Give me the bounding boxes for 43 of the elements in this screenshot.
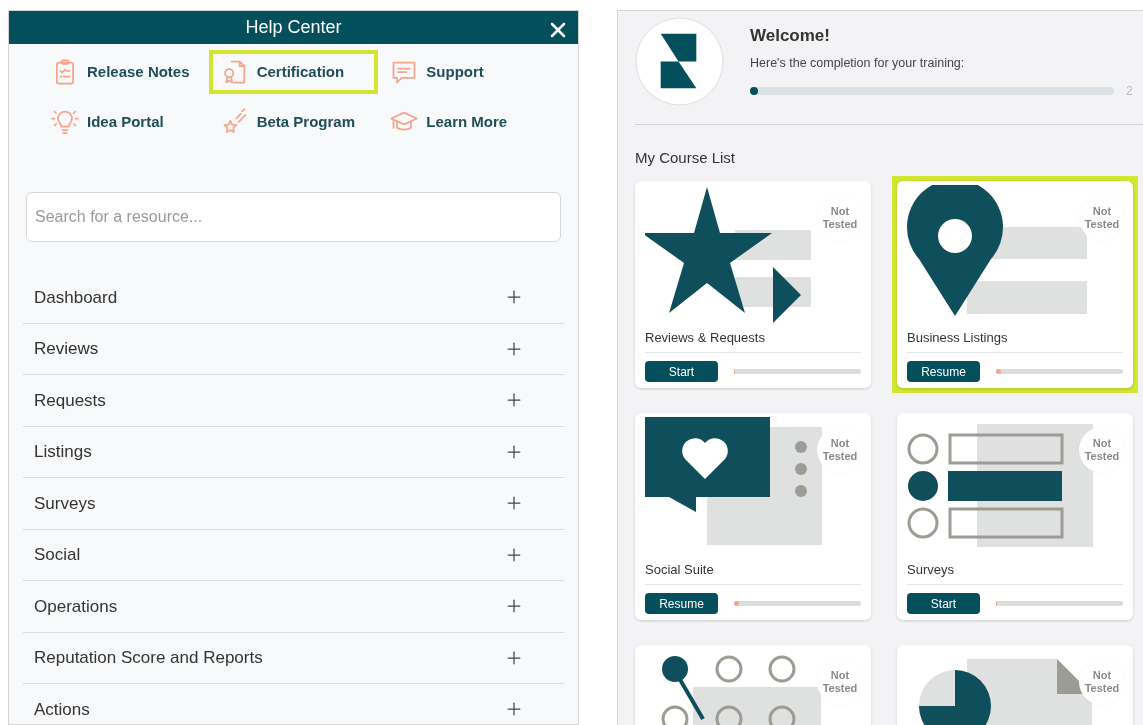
course-action-button[interactable]: Resume [645, 593, 718, 614]
course-card[interactable]: Not Tested [897, 644, 1133, 725]
course-action-button[interactable]: Resume [907, 361, 980, 382]
course-card[interactable]: Not Tested [635, 644, 871, 725]
course-title: Reviews & Requests [645, 327, 861, 353]
status-badge: Not Tested [1079, 426, 1125, 473]
welcome-heading: Welcome! [750, 25, 831, 48]
accordion-item[interactable]: Dashboard [23, 272, 564, 324]
course-action-button[interactable]: Start [907, 593, 980, 614]
status-badge: Not Tested [817, 658, 863, 705]
help-link[interactable]: Beta Program [208, 100, 379, 144]
course-title: Business Listings [907, 327, 1123, 353]
accordion-item[interactable]: Operations [23, 581, 564, 633]
lightbulb-icon [51, 108, 79, 136]
completion-text: Here's the completion for your training: [750, 54, 966, 72]
status-badge: Not Tested [817, 194, 863, 241]
accordion-item[interactable]: Requests [23, 375, 564, 427]
accordion-item[interactable]: Social [23, 529, 564, 581]
status-badge: Not Tested [817, 426, 863, 473]
help-link[interactable]: Certification [208, 50, 379, 94]
status-badge: Not Tested [1079, 194, 1125, 241]
course-card[interactable]: Not Tested Social Suite Resume [635, 412, 871, 620]
course-card[interactable]: Not Tested Business Listings Resume [897, 180, 1133, 388]
course-card[interactable]: Not Tested Surveys Start [897, 412, 1133, 620]
course-title: Social Suite [645, 559, 861, 585]
course-card[interactable]: Not Tested Reviews & Requests Start [635, 180, 871, 388]
accordion-item[interactable]: Reviews [23, 323, 564, 375]
panel-title: Help Center [245, 16, 342, 39]
logo-icon [635, 17, 724, 106]
help-link[interactable]: Learn More [378, 100, 548, 144]
help-link[interactable]: Idea Portal [39, 100, 209, 144]
search-field[interactable]: Search for a resource... [26, 192, 561, 242]
accordion-item[interactable]: Actions [23, 684, 564, 724]
status-badge: Not Tested [1079, 658, 1125, 705]
course-action-button[interactable]: Start [645, 361, 718, 382]
accordion-item[interactable]: Listings [23, 426, 564, 478]
course-list-title: My Course List [635, 148, 737, 168]
accordion-item[interactable]: Reputation Score and Reports [23, 632, 564, 684]
help-link[interactable]: Release Notes [39, 50, 209, 94]
help-link[interactable]: Support [378, 50, 548, 94]
accordion-item[interactable]: Surveys [23, 478, 564, 530]
progress-percent: 2 [1126, 82, 1133, 100]
course-title: Surveys [907, 559, 1123, 585]
